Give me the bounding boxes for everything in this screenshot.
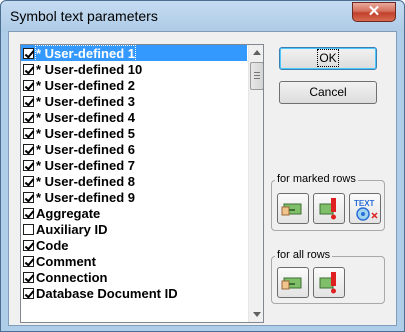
list-item[interactable]: * User-defined 6 xyxy=(21,141,247,157)
window-title: Symbol text parameters xyxy=(10,8,158,24)
arrow-down-icon xyxy=(253,312,261,317)
row-checkbox[interactable] xyxy=(23,95,34,107)
title-bar[interactable]: Symbol text parameters ✕ xyxy=(1,1,404,31)
list-item-label: * User-defined 10 xyxy=(36,61,143,77)
check-marked-rows-button[interactable] xyxy=(277,193,309,224)
vertical-scrollbar[interactable] xyxy=(248,45,263,322)
list-item[interactable]: * User-defined 7 xyxy=(21,157,247,173)
list-item-label: * User-defined 5 xyxy=(36,125,135,141)
marked-rows-group-label: for marked rows xyxy=(275,173,358,185)
scroll-thumb[interactable] xyxy=(250,62,263,90)
list-item-label: * User-defined 1 xyxy=(35,45,136,62)
thumb-grip-line xyxy=(254,72,260,73)
list-item-label: * User-defined 9 xyxy=(36,189,135,205)
row-checkbox[interactable] xyxy=(23,223,34,235)
scroll-up-button[interactable] xyxy=(249,45,263,61)
uncheck-all-rows-button[interactable] xyxy=(313,267,345,298)
list-item[interactable]: Auxiliary ID xyxy=(21,221,247,237)
uncheck-marked-rows-button[interactable] xyxy=(313,193,345,224)
list-item-label: Connection xyxy=(36,269,108,285)
row-checkbox[interactable] xyxy=(23,239,34,251)
close-icon: ✕ xyxy=(367,3,381,20)
checkmark-hand-icon xyxy=(281,277,302,290)
close-button[interactable]: ✕ xyxy=(352,2,396,22)
list-item-label: Comment xyxy=(36,253,96,269)
cancel-button-label: Cancel xyxy=(309,85,347,99)
checkmark-hand-icon xyxy=(281,203,302,216)
arrow-up-icon xyxy=(253,50,261,55)
row-checkbox[interactable] xyxy=(23,79,34,91)
row-checkbox[interactable] xyxy=(23,175,34,187)
list-item[interactable]: * User-defined 5 xyxy=(21,125,247,141)
row-checkbox[interactable] xyxy=(23,191,34,203)
row-checkbox[interactable] xyxy=(23,271,34,283)
list-item-label: * User-defined 2 xyxy=(36,77,135,93)
list-item[interactable]: * User-defined 10 xyxy=(21,61,247,77)
ok-button-label: OK xyxy=(317,49,339,67)
row-checkbox[interactable] xyxy=(23,207,34,219)
list-item-label: Database Document ID xyxy=(36,285,178,301)
list-item-label: Auxiliary ID xyxy=(36,221,108,237)
row-checkbox[interactable] xyxy=(23,127,34,139)
list-item[interactable]: * User-defined 1 xyxy=(21,45,247,62)
thumb-grip-line xyxy=(254,78,260,79)
row-checkbox[interactable] xyxy=(23,47,34,59)
thumb-grip-line xyxy=(254,75,260,76)
scroll-down-button[interactable] xyxy=(249,306,263,322)
row-checkbox[interactable] xyxy=(23,159,34,171)
row-checkbox[interactable] xyxy=(23,255,34,267)
row-checkbox[interactable] xyxy=(23,111,34,123)
list-item[interactable]: * User-defined 3 xyxy=(21,93,247,109)
text-settings-icon: TEXT xyxy=(354,199,378,221)
list-item-label: * User-defined 7 xyxy=(36,157,135,173)
all-rows-group-label: for all rows xyxy=(275,249,333,261)
list-item[interactable]: Comment xyxy=(21,253,247,269)
list-item[interactable]: Code xyxy=(21,237,247,253)
list-item-label: * User-defined 4 xyxy=(36,109,135,125)
list-item-label: * User-defined 3 xyxy=(36,93,135,109)
dialog-window: Symbol text parameters ✕ * User-defined … xyxy=(0,0,405,332)
text-settings-button[interactable]: TEXT xyxy=(349,193,381,224)
list-item[interactable]: * User-defined 2 xyxy=(21,77,247,93)
list-item[interactable]: Database Document ID xyxy=(21,285,247,301)
list-item-label: * User-defined 6 xyxy=(36,141,135,157)
list-item-label: Aggregate xyxy=(36,205,101,221)
parameter-list: * User-defined 1 * User-defined 10 * User-… xyxy=(21,45,247,301)
list-item[interactable]: Connection xyxy=(21,269,247,285)
list-item[interactable]: * User-defined 4 xyxy=(21,109,247,125)
svg-text:TEXT: TEXT xyxy=(354,199,375,208)
list-item-label: Code xyxy=(36,237,69,253)
marked-rows-group: for marked rows TEXT xyxy=(271,173,385,231)
list-item[interactable]: * User-defined 8 xyxy=(21,173,247,189)
uncheck-exclamation-icon xyxy=(319,272,336,294)
ok-button[interactable]: OK xyxy=(279,47,377,70)
list-item-label: * User-defined 8 xyxy=(36,173,135,189)
all-rows-group: for all rows xyxy=(271,249,385,304)
dialog-client-area: * User-defined 1 * User-defined 10 * User-… xyxy=(8,31,397,326)
check-all-rows-button[interactable] xyxy=(277,267,309,298)
row-checkbox[interactable] xyxy=(23,63,34,75)
row-checkbox[interactable] xyxy=(23,287,34,299)
list-item[interactable]: Aggregate xyxy=(21,205,247,221)
parameter-listbox[interactable]: * User-defined 1 * User-defined 10 * User-… xyxy=(20,44,264,323)
list-item[interactable]: * User-defined 9 xyxy=(21,189,247,205)
uncheck-exclamation-icon xyxy=(319,198,336,220)
cancel-button[interactable]: Cancel xyxy=(279,81,377,104)
row-checkbox[interactable] xyxy=(23,143,34,155)
